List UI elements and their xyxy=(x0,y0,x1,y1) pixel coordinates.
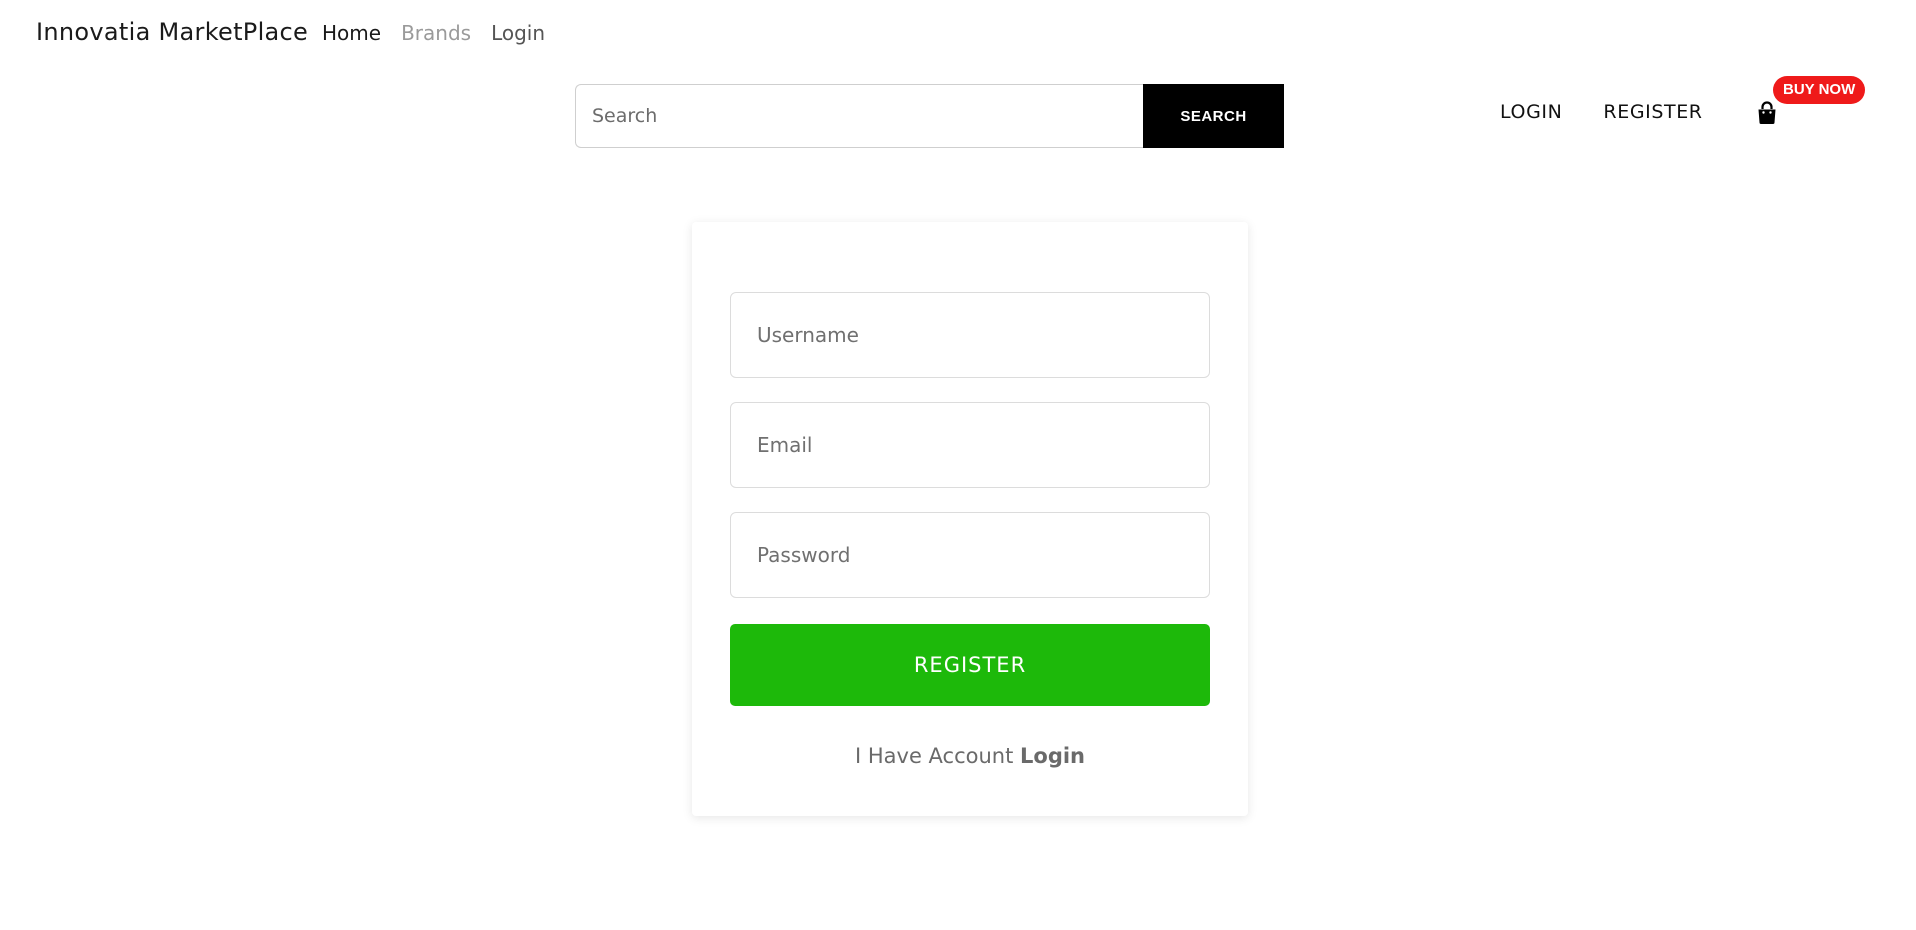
login-link[interactable]: Login xyxy=(1020,744,1085,768)
header-register-link[interactable]: REGISTER xyxy=(1603,101,1702,123)
buy-now-badge[interactable]: BUY NOW xyxy=(1773,76,1866,104)
register-card: REGISTER I Have Account Login xyxy=(692,222,1248,816)
primary-nav: Home Brands Login xyxy=(322,21,545,45)
search-input[interactable] xyxy=(575,84,1143,148)
search-form: SEARCH xyxy=(575,84,1284,148)
nav-link-brands[interactable]: Brands xyxy=(401,21,471,45)
brand-logo[interactable]: Innovatia MarketPlace xyxy=(36,18,308,46)
have-account-line: I Have Account Login xyxy=(692,744,1248,768)
nav-link-home[interactable]: Home xyxy=(322,21,381,45)
search-button[interactable]: SEARCH xyxy=(1143,84,1284,148)
account-nav: LOGIN REGISTER xyxy=(1500,101,1744,123)
header-login-link[interactable]: LOGIN xyxy=(1500,101,1562,123)
username-field[interactable] xyxy=(730,292,1210,378)
email-field[interactable] xyxy=(730,402,1210,488)
register-submit-button[interactable]: REGISTER xyxy=(730,624,1210,706)
shopping-bag-icon[interactable] xyxy=(1756,101,1778,125)
nav-link-login[interactable]: Login xyxy=(491,21,545,45)
top-navbar: Innovatia MarketPlace Home Brands Login xyxy=(0,0,1916,68)
have-account-text: I Have Account xyxy=(854,744,1014,768)
password-field[interactable] xyxy=(730,512,1210,598)
